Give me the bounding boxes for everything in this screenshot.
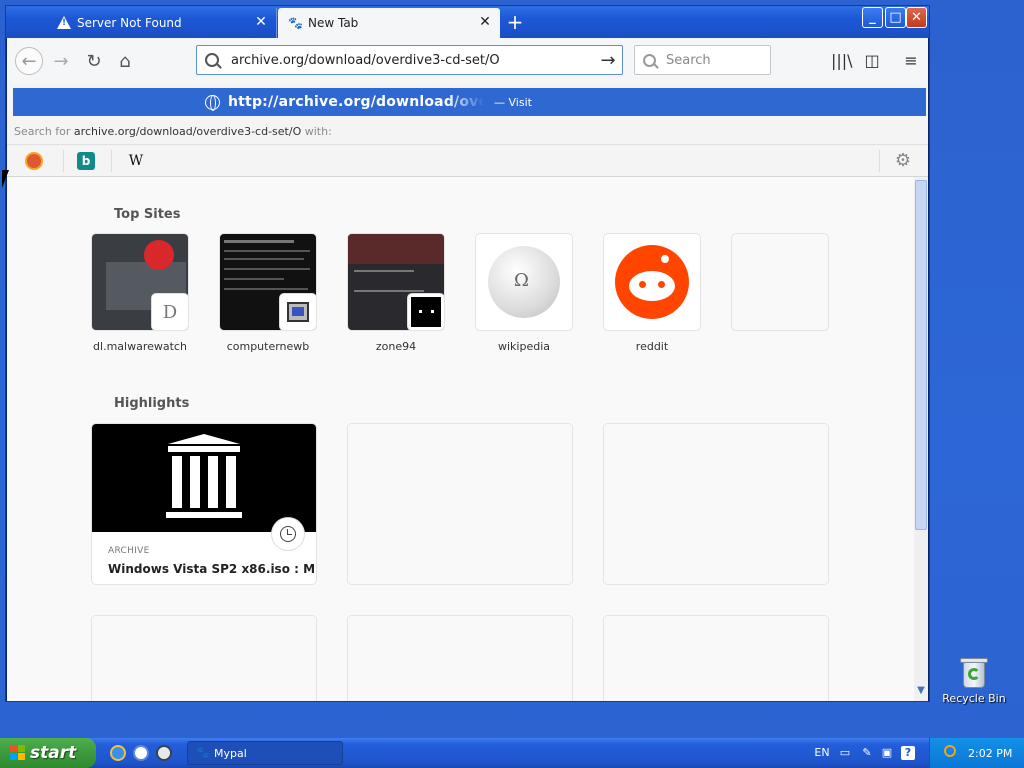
suggestion-action: — Visit bbox=[494, 95, 532, 109]
forward-arrow-icon[interactable]: → bbox=[47, 47, 75, 75]
tab-new-tab[interactable]: 🐾 New Tab ✕ bbox=[278, 8, 500, 38]
highlight-placeholder bbox=[92, 616, 316, 701]
scrollbar-thumb[interactable] bbox=[915, 180, 927, 530]
warning-icon bbox=[57, 16, 71, 30]
tab-strip: Server Not Found ✕ 🐾 New Tab ✕ + _ □ ✕ bbox=[6, 6, 929, 38]
suggestion-visit-row[interactable]: http://archive.org/download/overdive3 — … bbox=[13, 88, 926, 116]
clock[interactable]: 2:02 PM bbox=[968, 747, 1012, 760]
site-favicon: D bbox=[152, 294, 188, 330]
vertical-scrollbar[interactable]: ▼ bbox=[914, 177, 928, 701]
tab-title: New Tab bbox=[308, 16, 359, 30]
top-site-tile[interactable]: zone94 bbox=[348, 234, 444, 353]
mouse-cursor-icon bbox=[2, 170, 9, 188]
top-site-tile[interactable]: reddit bbox=[604, 234, 700, 353]
close-window-button[interactable]: ✕ bbox=[906, 7, 927, 28]
scroll-down-arrow-icon[interactable]: ▼ bbox=[915, 685, 927, 699]
search-icon[interactable] bbox=[944, 745, 956, 757]
address-input[interactable]: archive.org/download/overdive3-cd-set/O bbox=[231, 53, 594, 68]
back-arrow-icon[interactable]: ← bbox=[15, 47, 43, 75]
close-tab-icon[interactable]: ✕ bbox=[478, 15, 492, 29]
recycle-bin-icon bbox=[960, 656, 988, 688]
duckduckgo-icon[interactable] bbox=[25, 152, 43, 170]
start-button[interactable]: start bbox=[0, 738, 96, 768]
nav-toolbar: ← → ↻ ⌂ archive.org/download/overdive3-c… bbox=[7, 38, 928, 85]
media-player-icon[interactable] bbox=[156, 745, 172, 761]
recycle-bin-label: Recycle Bin bbox=[942, 692, 1006, 705]
tab-title: Server Not Found bbox=[77, 16, 182, 30]
tab-server-not-found[interactable]: Server Not Found ✕ bbox=[47, 8, 277, 38]
wikipedia-icon[interactable]: W bbox=[127, 152, 145, 170]
clock-icon bbox=[272, 518, 304, 550]
pen-icon[interactable]: ✎ bbox=[860, 746, 874, 760]
hamburger-menu-icon[interactable]: ≡ bbox=[901, 52, 921, 70]
mypal-icon: 🐾 bbox=[196, 746, 210, 759]
search-placeholder: Search bbox=[666, 52, 711, 68]
stop-hand-icon bbox=[144, 240, 174, 270]
search-with-label: Search for archive.org/download/overdive… bbox=[14, 125, 332, 138]
search-field[interactable]: Search bbox=[634, 45, 771, 75]
site-thumbnail: D bbox=[92, 234, 188, 330]
search-icon bbox=[643, 53, 656, 67]
highlights-heading: Highlights bbox=[114, 396, 190, 411]
search-settings-gear-icon[interactable]: ⚙ bbox=[893, 151, 913, 171]
sidebar-icon[interactable]: ◫ bbox=[862, 52, 882, 70]
search-icon bbox=[205, 53, 219, 67]
one-off-search-engines: b W ⚙ bbox=[7, 144, 928, 177]
new-tab-page: Top Sites D dl.malwarewatch computernewb… bbox=[7, 177, 928, 701]
site-thumbnail bbox=[348, 234, 444, 330]
highlight-placeholder bbox=[348, 616, 572, 701]
wikipedia-globe-icon: Ω bbox=[488, 246, 560, 318]
taskbar-item-mypal[interactable]: 🐾 Mypal bbox=[187, 741, 343, 765]
suggestion-url: http://archive.org/download/overdive3 bbox=[228, 94, 484, 110]
highlight-placeholder bbox=[604, 424, 828, 584]
site-thumbnail bbox=[220, 234, 316, 330]
system-tray: 2:02 PM bbox=[929, 738, 1024, 768]
taskbar: start 🐾 Mypal EN ▭ ✎ ▣ ? 2:02 PM bbox=[0, 738, 1024, 768]
minimize-button[interactable]: _ bbox=[862, 7, 883, 28]
site-label: wikipedia bbox=[497, 340, 550, 353]
address-bar[interactable]: archive.org/download/overdive3-cd-set/O … bbox=[196, 45, 623, 75]
computer-favicon-icon bbox=[280, 294, 316, 330]
recycle-bin[interactable]: Recycle Bin bbox=[942, 656, 1006, 705]
bing-icon[interactable]: b bbox=[77, 152, 95, 170]
reload-icon[interactable]: ↻ bbox=[80, 47, 108, 75]
windows-logo-icon bbox=[10, 745, 26, 761]
reddit-alien-icon bbox=[615, 245, 689, 319]
home-icon[interactable]: ⌂ bbox=[111, 47, 139, 75]
keyboard-icon[interactable]: ▭ bbox=[838, 746, 852, 760]
highlight-placeholder bbox=[604, 616, 828, 701]
internet-explorer-icon[interactable] bbox=[110, 745, 126, 761]
highlight-card[interactable]: ARCHIVE Windows Vista SP2 x86.iso : Micr… bbox=[92, 424, 316, 584]
zone94-favicon-icon bbox=[408, 294, 444, 330]
close-tab-icon[interactable]: ✕ bbox=[254, 15, 268, 29]
browser-window: Server Not Found ✕ 🐾 New Tab ✕ + _ □ ✕ ←… bbox=[5, 5, 930, 702]
highlight-placeholder bbox=[348, 424, 572, 584]
highlight-title: Windows Vista SP2 x86.iso : Micr... bbox=[108, 562, 316, 576]
outlook-express-icon[interactable] bbox=[133, 745, 149, 761]
library-icon[interactable]: |||\ bbox=[831, 52, 853, 70]
site-label: zone94 bbox=[375, 340, 417, 353]
top-site-tile[interactable]: D dl.malwarewatch bbox=[92, 234, 188, 353]
site-label: dl.malwarewatch bbox=[93, 340, 187, 353]
highlight-source: ARCHIVE bbox=[108, 546, 150, 556]
site-thumbnail bbox=[604, 234, 700, 330]
top-site-empty-tile bbox=[732, 234, 828, 330]
site-label: reddit bbox=[635, 340, 669, 353]
highlight-thumbnail bbox=[92, 424, 316, 532]
mypal-favicon-icon: 🐾 bbox=[288, 16, 303, 30]
top-site-tile[interactable]: computernewb bbox=[220, 234, 316, 353]
top-sites-heading: Top Sites bbox=[114, 207, 181, 222]
site-label: computernewb bbox=[226, 340, 310, 353]
maximize-button[interactable]: □ bbox=[885, 7, 906, 28]
site-thumbnail: Ω bbox=[476, 234, 572, 330]
url-suggestions-dropdown: http://archive.org/download/overdive3 — … bbox=[7, 85, 928, 177]
language-indicator[interactable]: EN bbox=[814, 746, 830, 760]
archive-building-icon bbox=[166, 434, 242, 522]
network-icon[interactable]: ▣ bbox=[880, 746, 894, 760]
go-arrow-icon[interactable]: → bbox=[594, 50, 622, 71]
globe-icon bbox=[205, 94, 220, 111]
new-tab-plus-icon[interactable]: + bbox=[503, 10, 527, 34]
top-site-tile[interactable]: Ω wikipedia bbox=[476, 234, 572, 353]
help-icon[interactable]: ? bbox=[901, 746, 915, 760]
